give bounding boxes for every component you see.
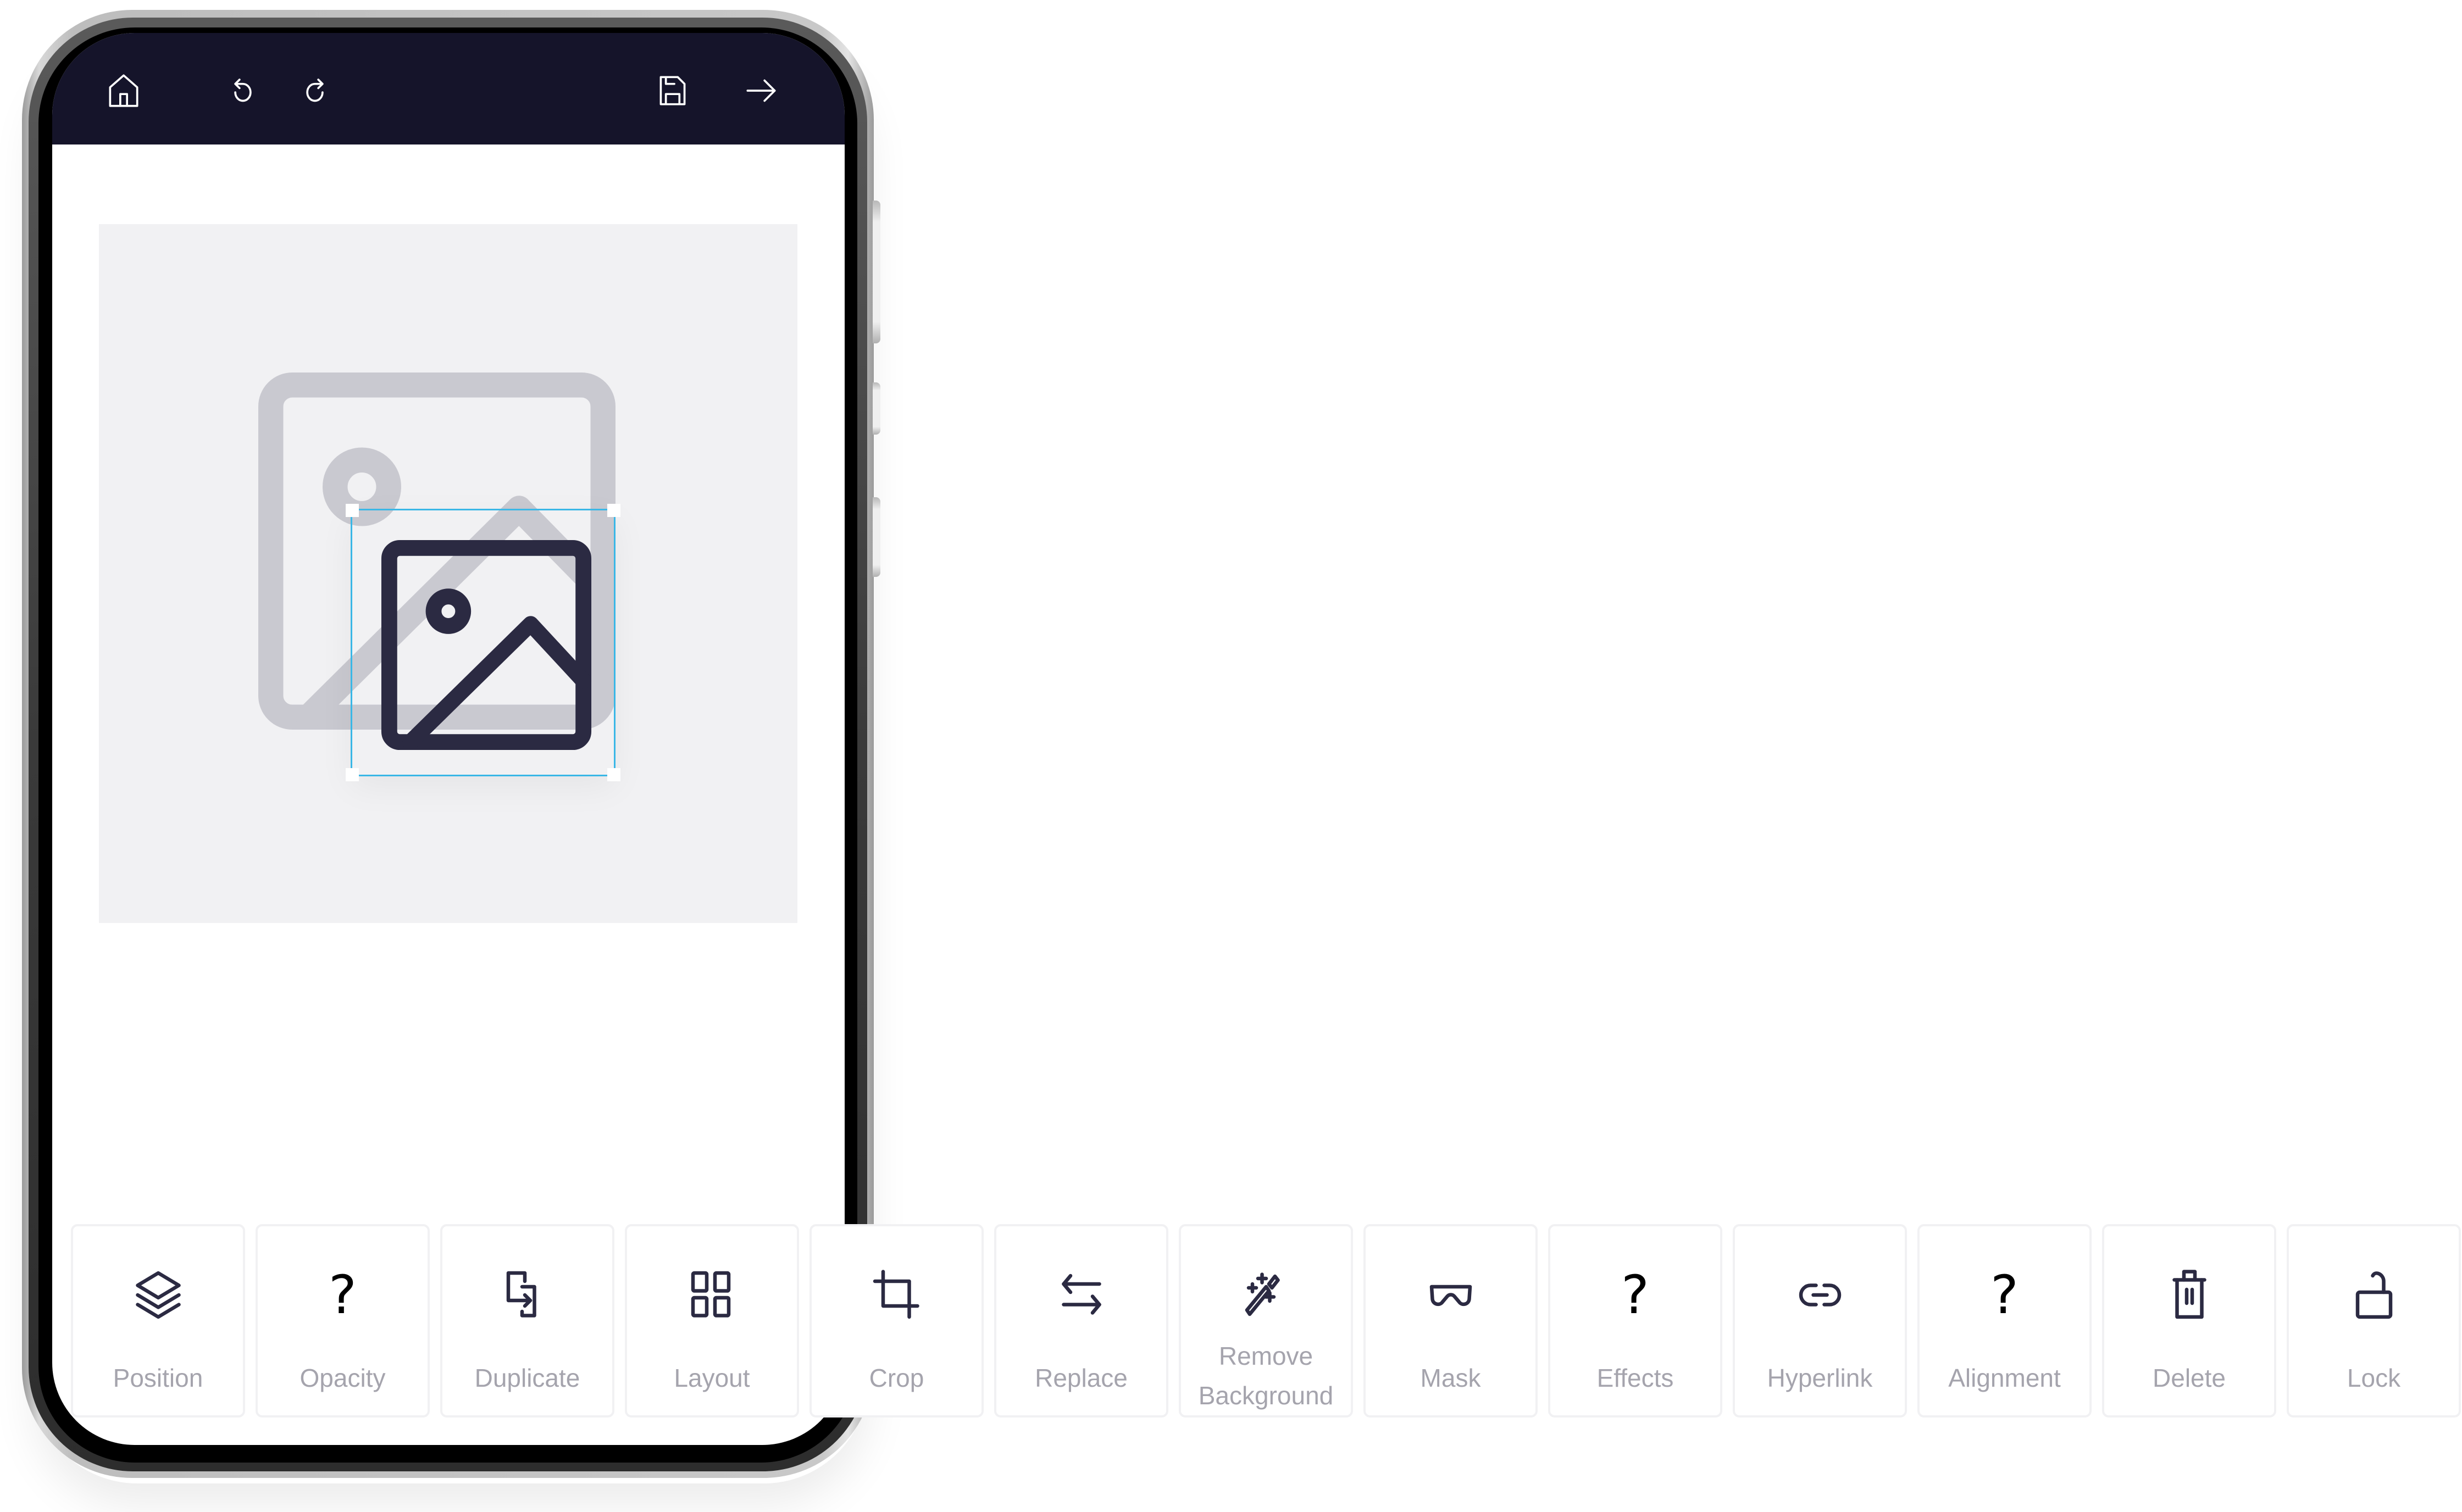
layers-icon (135, 1271, 181, 1319)
tool-crop[interactable]: Crop (809, 1224, 984, 1418)
undo-button[interactable] (218, 66, 268, 115)
grid-icon (691, 1271, 730, 1318)
undo-icon (234, 79, 252, 102)
resize-handle-top-left[interactable] (346, 504, 359, 517)
element-toolbar: Position ? Opacity Duplicate Layout Crop… (71, 1224, 2461, 1418)
magic-wand-icon (1245, 1272, 1280, 1316)
unlock-icon (2355, 1271, 2392, 1319)
question-mark-icon: ? (329, 1264, 357, 1326)
tool-label: Layout (674, 1364, 750, 1392)
phone-power-button (873, 497, 880, 577)
tool-label: Replace (1035, 1364, 1128, 1392)
tool-label: Position (113, 1364, 203, 1392)
tool-layout[interactable]: Layout (625, 1224, 799, 1418)
save-button[interactable] (648, 66, 697, 115)
tool-position[interactable]: Position (71, 1224, 245, 1418)
tool-label: Opacity (300, 1364, 386, 1392)
tool-label: Effects (1596, 1364, 1674, 1392)
crop-icon (873, 1270, 919, 1319)
tool-label: Alignment (1948, 1364, 2061, 1392)
image-icon (381, 540, 592, 751)
swap-icon (1061, 1274, 1101, 1315)
tool-remove-background[interactable]: Remove Background (1179, 1224, 1353, 1418)
next-button[interactable] (736, 66, 786, 115)
tool-label: Lock (2347, 1364, 2401, 1392)
phone-volume-button (873, 201, 880, 343)
design-canvas[interactable] (99, 224, 797, 923)
tool-label: Crop (869, 1364, 924, 1392)
tool-duplicate[interactable]: Duplicate (440, 1224, 614, 1418)
tool-mask[interactable]: Mask (1363, 1224, 1538, 1418)
save-icon (659, 76, 686, 105)
resize-handle-bottom-left[interactable] (346, 768, 359, 781)
home-icon (109, 74, 138, 107)
tool-label: Hyperlink (1767, 1364, 1873, 1392)
phone-side-button (873, 382, 880, 435)
resize-handle-bottom-right[interactable] (607, 768, 620, 781)
redo-icon (306, 79, 324, 102)
question-mark-icon: ? (1990, 1264, 2019, 1326)
trash-icon (2172, 1270, 2206, 1319)
tool-replace[interactable]: Replace (994, 1224, 1168, 1418)
tool-label: Delete (2153, 1364, 2226, 1392)
redo-button[interactable] (290, 66, 340, 115)
arrow-right-icon (746, 79, 776, 102)
tool-alignment[interactable]: ? Alignment (1917, 1224, 2092, 1418)
tool-label: Mask (1420, 1364, 1481, 1392)
tool-label-line2: Background (1198, 1381, 1334, 1410)
question-mark-icon: ? (1621, 1264, 1649, 1326)
tool-opacity[interactable]: ? Opacity (256, 1224, 430, 1418)
duplicate-icon (506, 1271, 536, 1318)
tool-delete[interactable]: Delete (2102, 1224, 2276, 1418)
tool-label: Remove Background (1181, 1336, 1351, 1415)
home-button[interactable] (99, 66, 148, 115)
tool-effects[interactable]: ? Effects (1548, 1224, 1722, 1418)
link-icon (1799, 1283, 1841, 1307)
selection-box[interactable] (346, 504, 620, 781)
tool-lock[interactable]: Lock (2287, 1224, 2461, 1418)
editor-header (52, 33, 845, 144)
resize-handle-top-right[interactable] (607, 504, 620, 517)
tool-hyperlink[interactable]: Hyperlink (1733, 1224, 1907, 1418)
mask-icon (1429, 1285, 1472, 1307)
tool-label-line1: Remove (1218, 1342, 1313, 1370)
tool-label: Duplicate (474, 1364, 580, 1392)
